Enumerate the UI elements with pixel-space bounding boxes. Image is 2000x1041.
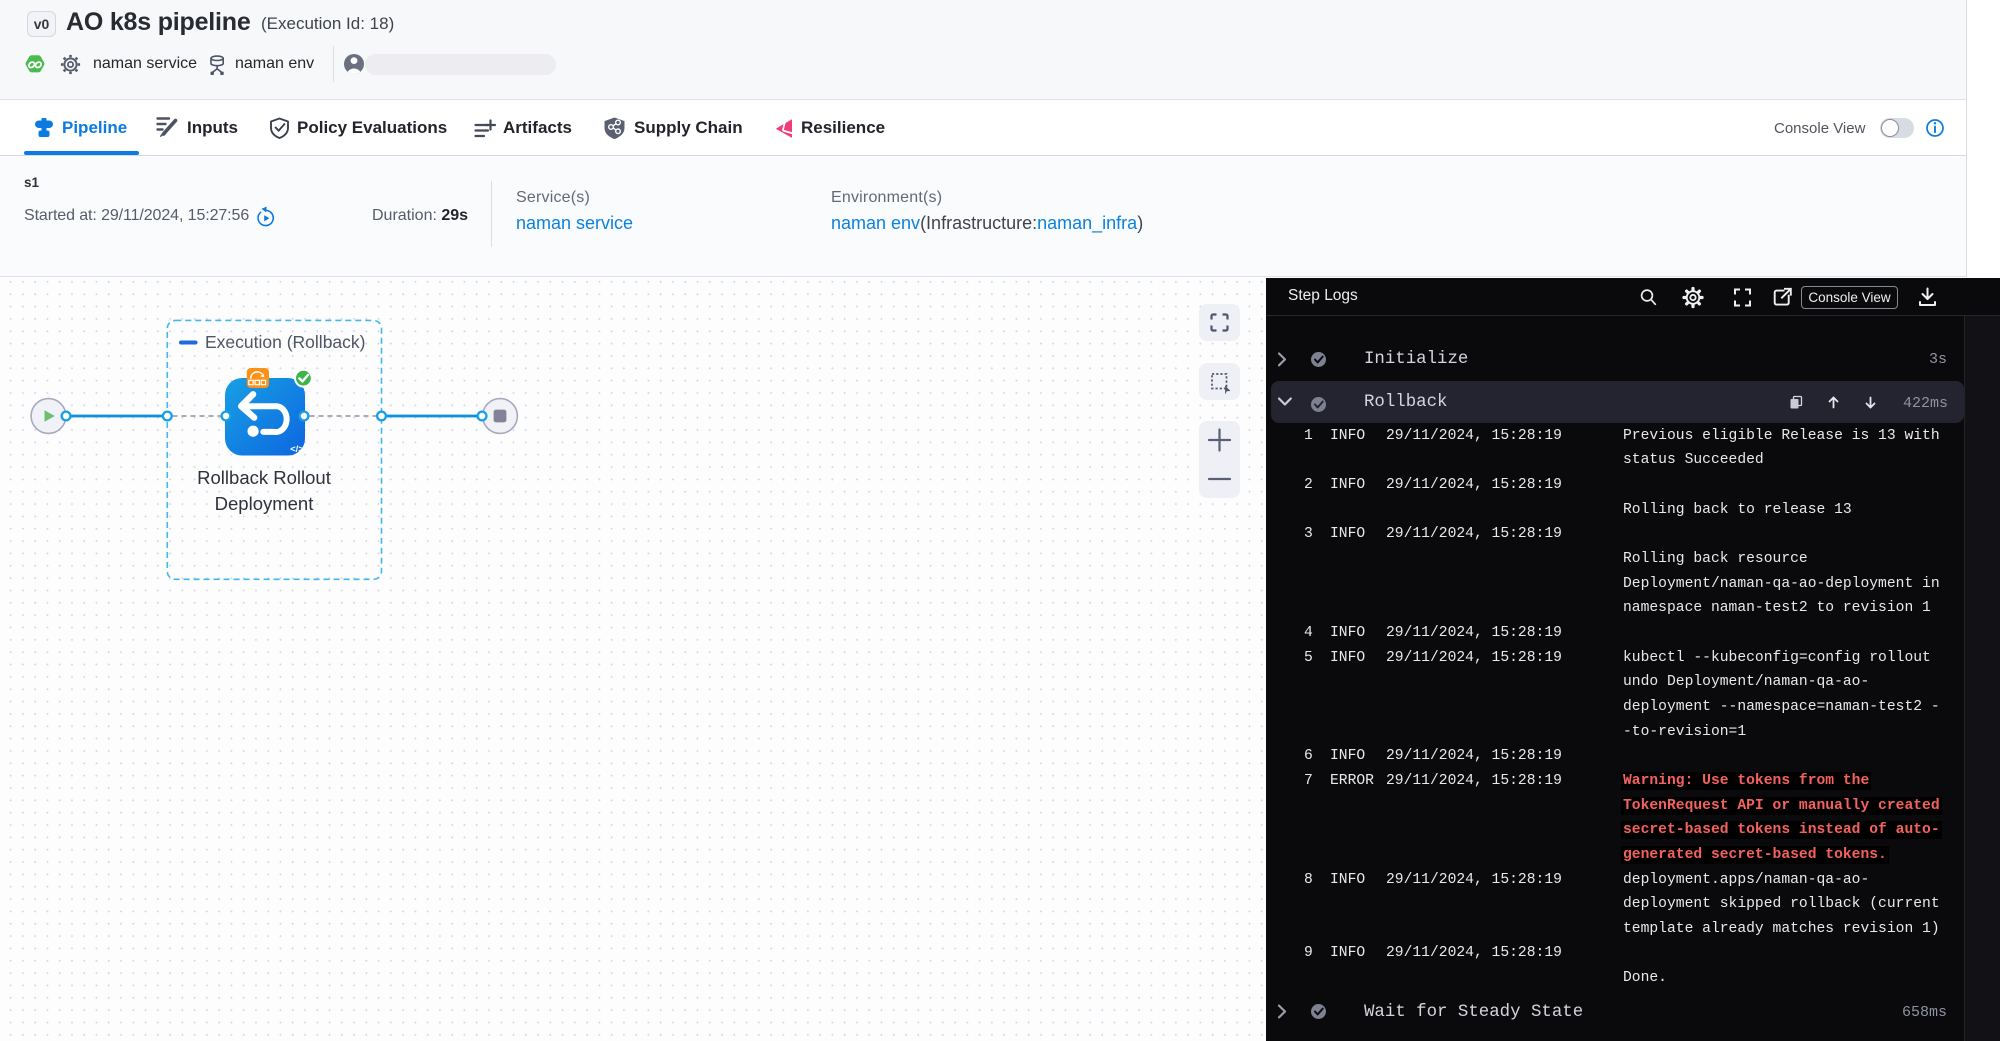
svg-text:</>: </> [290, 444, 304, 455]
svg-text:Execution (Rollback): Execution (Rollback) [205, 332, 365, 352]
